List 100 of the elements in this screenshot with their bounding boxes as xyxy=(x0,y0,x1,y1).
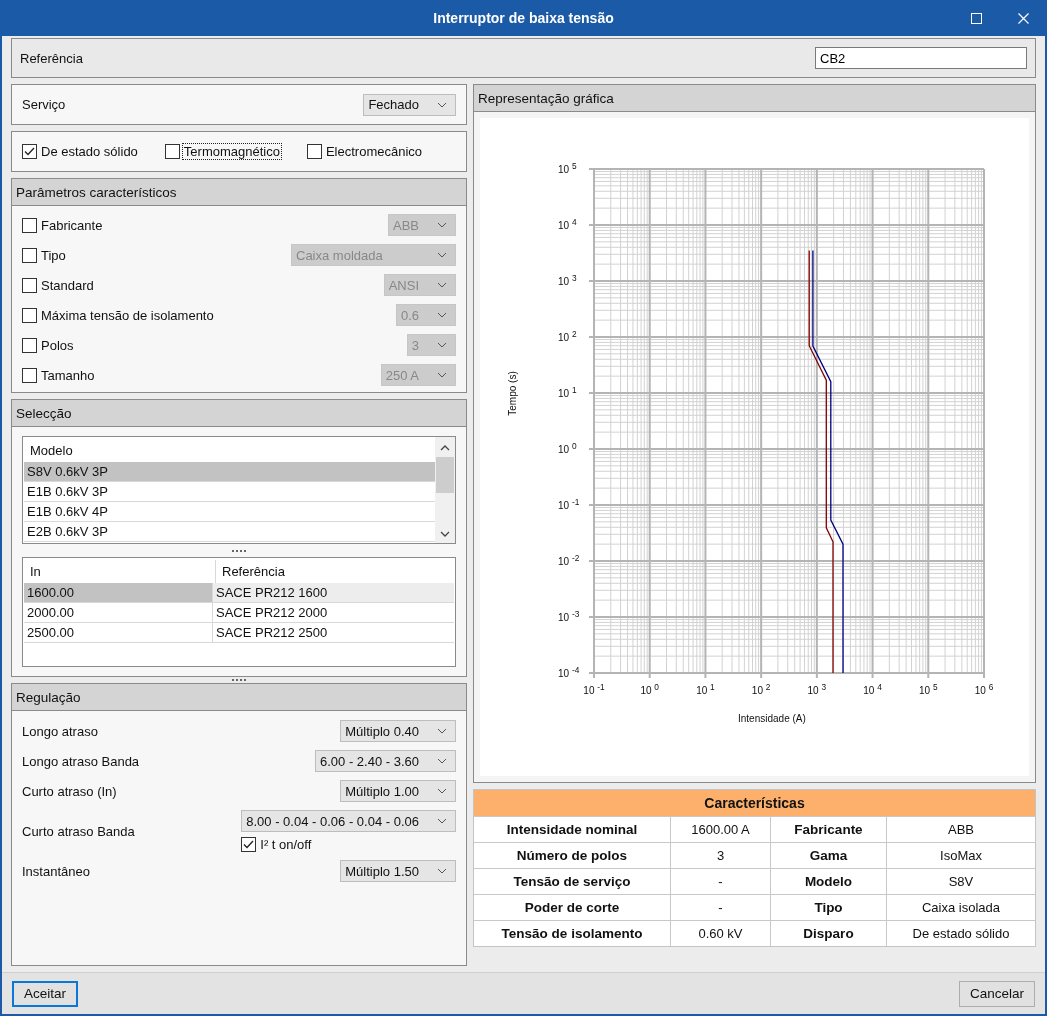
table-title: Características xyxy=(474,790,1035,816)
chevron-down-icon xyxy=(437,728,447,734)
dialog-button[interactable]: Cancelar xyxy=(958,980,1035,1007)
setting-dropdown[interactable]: 6.00 - 2.40 - 3.60 xyxy=(315,750,456,772)
chevron-down-icon xyxy=(437,758,447,764)
tick-label: 10 $^{-1}$ xyxy=(558,497,580,512)
axis-title: Tempo (s) xyxy=(506,370,518,418)
reference-label: Referência xyxy=(20,50,83,66)
table-cell[interactable]: 1600.00 xyxy=(24,583,213,603)
chevron-down-icon xyxy=(437,252,447,258)
tick-label: 10 $^{3}$ xyxy=(806,682,828,697)
table-cell-text: IsoMax xyxy=(939,847,983,865)
service-dropdown[interactable]: Fechado xyxy=(363,93,456,116)
chevron-down-icon xyxy=(437,101,447,108)
tick-label: 10 $^{0}$ xyxy=(639,682,660,697)
chevron-down-icon xyxy=(437,788,447,794)
tick-label: 10 $^{6}$ xyxy=(973,682,995,697)
chevron-down-icon xyxy=(437,818,447,824)
table-cell-text: ABB xyxy=(947,821,975,839)
table-cell: Número de polos xyxy=(474,843,671,868)
setting-label: Curto atraso (In) xyxy=(22,783,117,799)
table-cell: - xyxy=(671,869,771,894)
table-cell: Tensão de serviço xyxy=(474,869,671,894)
panel-header: Representação gráfica xyxy=(474,85,1035,112)
check-icon xyxy=(24,147,35,156)
setting-dropdown[interactable]: Múltiplo 1.00 xyxy=(340,780,456,802)
close-icon[interactable] xyxy=(1018,13,1029,24)
window-title: Interruptor de baixa tensão xyxy=(433,10,614,26)
tick-label: 10 $^{-4}$ xyxy=(558,665,580,680)
tick-label: 10 $^{2}$ xyxy=(558,329,577,344)
table-cell[interactable]: SACE PR212 2500 xyxy=(213,623,454,643)
chevron-up-icon[interactable] xyxy=(440,445,450,451)
setting-label: Curto atraso Banda xyxy=(22,823,135,839)
table-cell: - xyxy=(671,895,771,920)
chevron-down-icon xyxy=(437,868,447,874)
table-cell: Gama xyxy=(771,843,887,868)
list-item[interactable]: S8V 0.6kV 3P xyxy=(24,462,435,482)
column-header: Referência xyxy=(221,563,286,581)
list-item[interactable]: E1B 0.6kV 3P xyxy=(24,482,435,502)
table-cell[interactable]: 2500.00 xyxy=(24,623,213,643)
maximize-icon[interactable] xyxy=(971,13,982,24)
table-cell: Disparo xyxy=(771,921,887,946)
chevron-down-icon xyxy=(437,342,447,348)
column-header: Modelo xyxy=(29,442,74,460)
checkbox[interactable] xyxy=(241,837,257,852)
setting-dropdown[interactable]: Múltiplo 0.40 xyxy=(340,720,456,742)
list-item[interactable]: E1B 0.6kV 4P xyxy=(24,502,435,522)
tick-label: 10 $^{5}$ xyxy=(558,161,577,176)
checkbox-label[interactable]: De estado sólido xyxy=(40,144,139,159)
axis-title: Intensidade (A) xyxy=(738,713,806,724)
setting-dropdown[interactable]: 8.00 - 0.04 - 0.06 - 0.04 - 0.06 xyxy=(241,810,456,832)
table-cell: Poder de corte xyxy=(474,895,671,920)
table-cell: Fabricante xyxy=(771,817,887,842)
list-item[interactable]: E2B 0.6kV 3P xyxy=(24,522,435,542)
table-cell: 3 xyxy=(671,843,771,868)
tick-label: 10 $^{5}$ xyxy=(918,682,939,697)
tick-label: 10 $^{1}$ xyxy=(695,682,716,697)
scrollbar[interactable] xyxy=(435,437,455,543)
panel-header: Selecção xyxy=(12,400,466,427)
tick-label: 10 $^{1}$ xyxy=(558,385,577,400)
tick-label: 10 $^{-1}$ xyxy=(582,682,606,697)
checkbox-label[interactable]: I² t on/off xyxy=(259,837,313,852)
checkbox[interactable] xyxy=(164,144,180,159)
chevron-down-icon xyxy=(437,372,447,378)
table-cell: 1600.00 A xyxy=(671,817,771,842)
tick-label: 10 $^{4}$ xyxy=(862,682,883,697)
table-cell-text: S8V xyxy=(947,873,975,891)
chevron-down-icon xyxy=(437,282,447,288)
chevron-down-icon[interactable] xyxy=(440,531,450,537)
tick-label: 10 $^{2}$ xyxy=(750,682,772,697)
setting-label: Longo atraso xyxy=(22,723,98,739)
setting-label: Instantâneo xyxy=(22,863,90,879)
chevron-down-icon xyxy=(437,312,447,318)
reference-field[interactable]: CB2 xyxy=(815,47,1027,69)
check-icon xyxy=(243,840,255,849)
table-cell-text: Caixa isolada xyxy=(920,899,1001,917)
table-cell: Tipo xyxy=(771,895,887,920)
checkbox[interactable] xyxy=(22,144,37,159)
tick-label: 10 $^{0}$ xyxy=(558,441,577,456)
tick-label: 10 $^{4}$ xyxy=(558,217,577,232)
table-cell[interactable]: 2000.00 xyxy=(24,603,213,623)
panel-header: Regulação xyxy=(12,684,466,711)
setting-dropdown[interactable]: Múltiplo 1.50 xyxy=(340,860,456,882)
checkbox-label[interactable]: Termomagnético xyxy=(182,144,281,159)
checkbox[interactable] xyxy=(306,144,322,159)
checkbox-label[interactable]: Electromecânico xyxy=(324,144,424,159)
tick-label: 10 $^{3}$ xyxy=(558,273,577,288)
panel-header: Parâmetros característicos xyxy=(12,179,466,206)
table-cell: Tensão de isolamento xyxy=(474,921,671,946)
table-cell[interactable]: SACE PR212 2000 xyxy=(213,603,454,623)
table-cell: Intensidade nominal xyxy=(474,817,671,842)
service-label: Serviço xyxy=(22,97,66,112)
table-cell: 0.60 kV xyxy=(671,921,771,946)
tick-label: 10 $^{-2}$ xyxy=(558,553,580,568)
chevron-down-icon xyxy=(437,222,447,228)
tick-label: 10 $^{-3}$ xyxy=(558,609,580,624)
table-cell-text: De estado sólido xyxy=(911,925,1011,943)
setting-label: Longo atraso Banda xyxy=(22,753,140,769)
table-cell[interactable]: SACE PR212 1600 xyxy=(213,583,454,603)
dialog-button[interactable]: Aceitar xyxy=(12,980,79,1007)
